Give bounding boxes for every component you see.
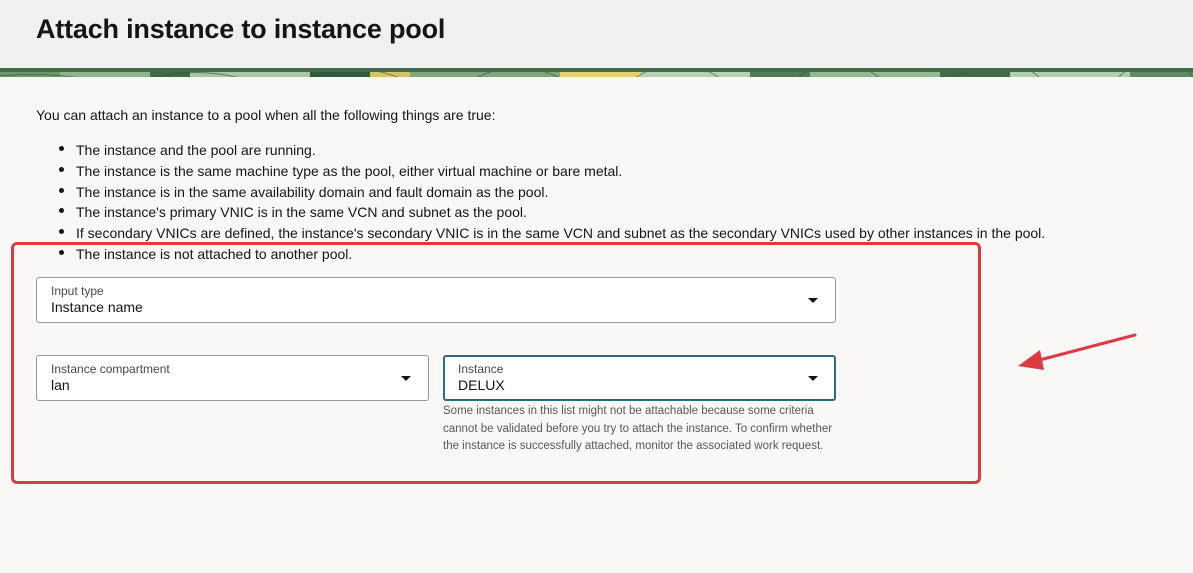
red-arrow-annotation-icon bbox=[1018, 333, 1137, 370]
